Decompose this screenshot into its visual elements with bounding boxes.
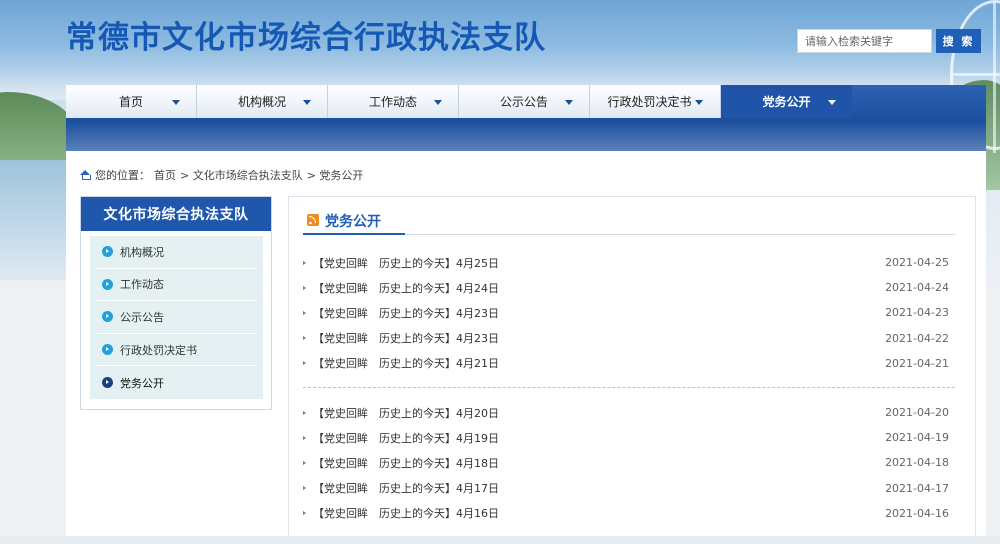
list-item[interactable]: 【党史回眸 历史上的今天】4月17日 2021-04-17: [303, 476, 955, 501]
search-button[interactable]: 搜 索: [936, 29, 981, 53]
list-item[interactable]: 【党史回眸 历史上的今天】4月21日 2021-04-21: [303, 351, 955, 376]
list-item[interactable]: 【党史回眸 历史上的今天】4月24日 2021-04-24: [303, 275, 955, 300]
news-date: 2021-04-25: [885, 256, 949, 270]
news-title-link[interactable]: 【党史回眸 历史上的今天】4月21日: [313, 355, 499, 371]
news-panel-header: 党务公开: [303, 209, 955, 235]
news-title-link[interactable]: 【党史回眸 历史上的今天】4月24日: [313, 280, 499, 296]
bullet-triangle-icon: [303, 511, 306, 516]
sidebar: 文化市场综合执法支队 机构概况 工作动态 公示公告 行政处罚决定书 党务公开: [80, 196, 272, 410]
search-bar: 搜 索: [797, 29, 981, 53]
news-title-link[interactable]: 【党史回眸 历史上的今天】4月16日: [313, 505, 499, 521]
sidebar-item-label: 机构概况: [120, 245, 164, 259]
page-bottom-strip: [0, 536, 1000, 544]
chevron-down-icon: [434, 100, 442, 105]
list-item[interactable]: 【党史回眸 历史上的今天】4月16日 2021-04-16: [303, 501, 955, 526]
news-date: 2021-04-20: [885, 406, 949, 420]
home-icon: [80, 170, 91, 180]
breadcrumb-link-home[interactable]: 首页: [154, 167, 176, 183]
list-item[interactable]: 【党史回眸 历史上的今天】4月23日 2021-04-22: [303, 326, 955, 351]
news-date: 2021-04-16: [885, 506, 949, 520]
list-item[interactable]: 【党史回眸 历史上的今天】4月25日 2021-04-25: [303, 250, 955, 275]
nav-item-work-news[interactable]: 工作动态: [328, 85, 459, 118]
main-nav: 首页 机构概况 工作动态 公示公告 行政处罚决定书 党务公开: [66, 85, 986, 151]
nav-item-announcements[interactable]: 公示公告: [459, 85, 590, 118]
arrow-circle-icon: [102, 246, 113, 258]
news-title-link[interactable]: 【党史回眸 历史上的今天】4月23日: [313, 330, 499, 346]
list-item[interactable]: 【党史回眸 历史上的今天】4月19日 2021-04-19: [303, 425, 955, 450]
list-item[interactable]: 【党史回眸 历史上的今天】4月18日 2021-04-18: [303, 450, 955, 475]
sidebar-item-penalty-decisions[interactable]: 行政处罚决定书: [96, 334, 257, 367]
news-list-group-1: 【党史回眸 历史上的今天】4月25日 2021-04-25 【党史回眸 历史上的…: [303, 250, 955, 376]
news-date: 2021-04-17: [885, 481, 949, 495]
list-item[interactable]: 【党史回眸 历史上的今天】4月20日 2021-04-20: [303, 400, 955, 425]
bullet-triangle-icon: [303, 260, 306, 265]
bullet-triangle-icon: [303, 361, 306, 366]
nav-item-penalty-decisions[interactable]: 行政处罚决定书: [590, 85, 721, 118]
sidebar-item-organization[interactable]: 机构概况: [96, 236, 257, 269]
sidebar-item-label: 公示公告: [120, 310, 164, 324]
breadcrumb: 您的位置： 首页 > 文化市场综合执法支队 > 党务公开: [80, 167, 367, 183]
search-input[interactable]: [797, 29, 932, 53]
news-date: 2021-04-22: [885, 331, 949, 345]
news-title-link[interactable]: 【党史回眸 历史上的今天】4月25日: [313, 255, 499, 271]
news-title-link[interactable]: 【党史回眸 历史上的今天】4月20日: [313, 405, 499, 421]
sidebar-item-announcements[interactable]: 公示公告: [96, 301, 257, 334]
news-title-link[interactable]: 【党史回眸 历史上的今天】4月18日: [313, 455, 499, 471]
content-area: 您的位置： 首页 > 文化市场综合执法支队 > 党务公开 文化市场综合执法支队 …: [66, 151, 986, 544]
news-date: 2021-04-24: [885, 281, 949, 295]
bullet-triangle-icon: [303, 410, 306, 415]
news-list-group-2: 【党史回眸 历史上的今天】4月20日 2021-04-20 【党史回眸 历史上的…: [303, 400, 955, 526]
arrow-circle-icon: [102, 278, 113, 290]
site-title: 常德市文化市场综合行政执法支队: [66, 20, 546, 56]
sidebar-item-label: 工作动态: [120, 278, 164, 292]
sidebar-item-label: 行政处罚决定书: [120, 343, 197, 357]
nav-item-party-affairs[interactable]: 党务公开: [721, 85, 852, 118]
bullet-triangle-icon: [303, 460, 306, 465]
chevron-down-icon: [303, 100, 311, 105]
sidebar-title: 文化市场综合执法支队: [81, 197, 271, 231]
nav-item-organization[interactable]: 机构概况: [197, 85, 328, 118]
chevron-down-icon: [565, 100, 573, 105]
rss-icon: [307, 214, 319, 226]
arrow-circle-icon: [102, 344, 113, 356]
bullet-triangle-icon: [303, 310, 306, 315]
nav-item-label: 工作动态: [368, 95, 417, 109]
sidebar-menu: 机构概况 工作动态 公示公告 行政处罚决定书 党务公开: [90, 236, 263, 399]
arrow-circle-icon: [102, 311, 113, 323]
bullet-triangle-icon: [303, 435, 306, 440]
arrow-circle-icon: [102, 377, 113, 389]
nav-item-home[interactable]: 首页: [66, 85, 197, 118]
nav-item-label: 公示公告: [499, 95, 548, 109]
breadcrumb-prefix: 您的位置：: [95, 169, 150, 182]
news-title-link[interactable]: 【党史回眸 历史上的今天】4月17日: [313, 480, 499, 496]
news-date: 2021-04-18: [885, 456, 949, 470]
banner-water-left: [0, 160, 70, 280]
news-panel: 党务公开 【党史回眸 历史上的今天】4月25日 2021-04-25 【党史回眸…: [288, 196, 976, 544]
list-item[interactable]: 【党史回眸 历史上的今天】4月23日 2021-04-23: [303, 300, 955, 325]
nav-item-label: 首页: [118, 95, 143, 109]
bullet-triangle-icon: [303, 336, 306, 341]
nav-item-label: 机构概况: [237, 95, 286, 109]
news-panel-title: 党务公开: [325, 214, 381, 230]
chevron-down-icon: [694, 99, 703, 105]
nav-item-label: 行政处罚决定书: [607, 95, 692, 109]
bullet-triangle-icon: [303, 486, 306, 491]
news-title-link[interactable]: 【党史回眸 历史上的今天】4月19日: [313, 430, 499, 446]
news-date: 2021-04-23: [885, 306, 949, 320]
breadcrumb-current[interactable]: > 党务公开: [307, 167, 364, 183]
sidebar-item-label: 党务公开: [120, 376, 164, 390]
chevron-down-icon: [828, 100, 836, 105]
news-date: 2021-04-19: [885, 431, 949, 445]
breadcrumb-link-unit[interactable]: > 文化市场综合执法支队: [180, 167, 303, 183]
news-date: 2021-04-21: [885, 356, 949, 370]
bullet-triangle-icon: [303, 285, 306, 290]
list-divider: [303, 387, 955, 388]
nav-item-label: 党务公开: [762, 95, 811, 109]
sidebar-item-party-affairs[interactable]: 党务公开: [96, 366, 257, 399]
sidebar-item-work-news[interactable]: 工作动态: [96, 269, 257, 302]
chevron-down-icon: [172, 100, 180, 105]
news-title-link[interactable]: 【党史回眸 历史上的今天】4月23日: [313, 305, 499, 321]
title-underline: [303, 233, 405, 235]
